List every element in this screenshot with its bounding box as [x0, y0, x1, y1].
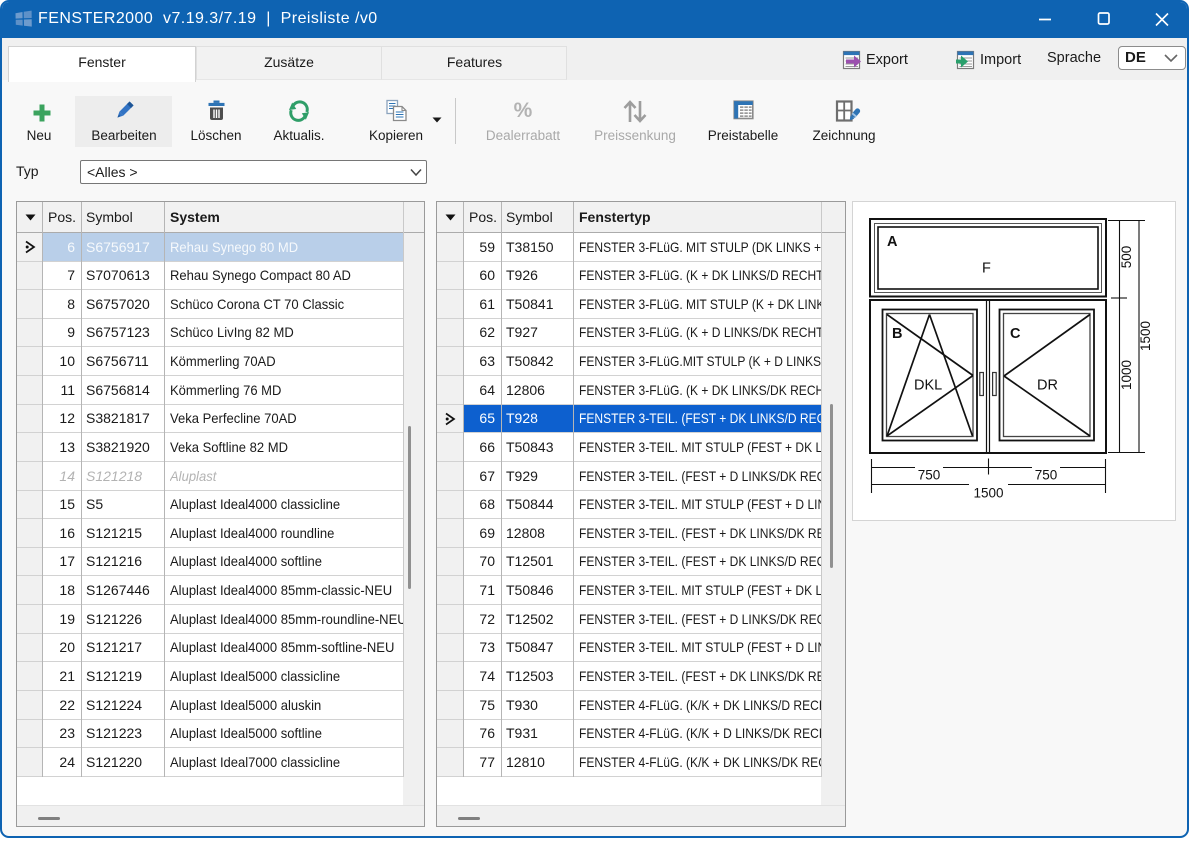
- svg-text:1500: 1500: [973, 486, 1003, 501]
- svg-text:500: 500: [1119, 246, 1134, 269]
- svg-text:1000: 1000: [1119, 360, 1134, 390]
- svg-text:DKL: DKL: [914, 378, 942, 394]
- svg-text:750: 750: [1035, 468, 1058, 483]
- svg-text:750: 750: [918, 468, 941, 483]
- svg-text:C: C: [1010, 326, 1021, 342]
- svg-text:A: A: [887, 234, 898, 250]
- svg-text:DR: DR: [1037, 378, 1058, 394]
- svg-text:B: B: [892, 326, 902, 342]
- svg-text:1500: 1500: [1138, 321, 1153, 351]
- svg-text:F: F: [982, 261, 991, 277]
